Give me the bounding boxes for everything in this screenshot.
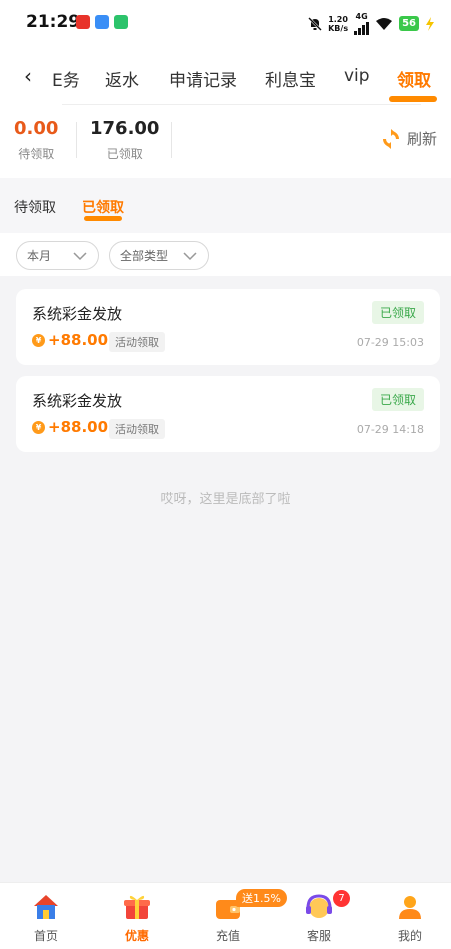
type-filter-select[interactable]: 全部类型 xyxy=(109,241,209,270)
record-title: 系统彩金发放 xyxy=(32,392,123,410)
home-icon xyxy=(34,895,58,919)
charging-icon xyxy=(426,16,434,31)
received-amount: 176.00 xyxy=(90,118,160,139)
divider xyxy=(76,122,77,158)
refresh-icon xyxy=(382,128,399,149)
app-notification-icon xyxy=(114,15,128,29)
tab-claim[interactable]: 领取 xyxy=(397,66,431,91)
record-amount: +88.00 xyxy=(48,418,109,436)
pending-amount: 0.00 xyxy=(14,118,59,139)
claim-summary: 0.00 待领取 176.00 已领取 刷新 xyxy=(0,106,451,178)
record-time: 07-29 14:18 xyxy=(356,423,424,436)
signal-bars-icon xyxy=(354,21,370,35)
subtab-received[interactable]: 已领取 xyxy=(82,197,124,217)
status-badge: 已领取 xyxy=(371,301,424,324)
list-item[interactable]: 系统彩金发放 已领取 ¥ +88.00 活动领取 07-29 15:03 xyxy=(16,289,440,365)
nav-profile-label: 我的 xyxy=(397,929,422,943)
received-label: 已领取 xyxy=(106,147,143,161)
status-bar: 21:29 1.20 KB/s 4G 56 xyxy=(0,0,451,46)
nav-home-label: 首页 xyxy=(33,929,58,943)
record-title: 系统彩金发放 xyxy=(32,305,123,323)
tab-interest[interactable]: 利息宝 xyxy=(265,66,316,91)
nav-service-label: 客服 xyxy=(306,929,331,943)
divider xyxy=(171,122,172,158)
divider xyxy=(62,104,421,105)
app-notification-icon xyxy=(95,15,109,29)
record-type-tag: 活动领取 xyxy=(109,332,165,352)
chevron-down-icon xyxy=(183,251,197,260)
bottom-nav: 首页 优惠 充值 客服 我的 xyxy=(0,882,451,949)
active-subtab-indicator xyxy=(84,216,122,221)
gift-icon xyxy=(124,895,150,919)
refresh-label: 刷新 xyxy=(406,130,437,148)
record-type-tag: 活动领取 xyxy=(109,419,165,439)
record-time: 07-29 15:03 xyxy=(356,336,424,349)
tab-task[interactable]: E务 xyxy=(52,66,80,91)
app-notification-icon xyxy=(76,15,90,29)
period-filter-value: 本月 xyxy=(27,249,52,263)
refresh-button[interactable]: 刷新 xyxy=(381,128,437,149)
pending-summary: 0.00 待领取 xyxy=(14,118,58,162)
subtab-pending[interactable]: 待领取 xyxy=(14,197,56,217)
list-item[interactable]: 系统彩金发放 已领取 ¥ +88.00 活动领取 07-29 14:18 xyxy=(16,376,440,452)
type-filter-value: 全部类型 xyxy=(120,249,169,263)
record-amount: +88.00 xyxy=(48,331,109,349)
mute-bell-icon xyxy=(308,16,322,31)
claim-status-tabs: 待领取 已领取 xyxy=(0,178,451,233)
chevron-down-icon xyxy=(73,251,87,260)
claim-record-list: 系统彩金发放 已领取 ¥ +88.00 活动领取 07-29 15:03 系统彩… xyxy=(0,276,451,882)
headset-icon xyxy=(306,894,332,918)
coin-icon: ¥ xyxy=(32,334,45,347)
tab-rebate[interactable]: 返水 xyxy=(105,66,139,91)
active-tab-indicator xyxy=(389,96,437,102)
chevron-left-icon[interactable]: ‹ xyxy=(24,64,32,88)
nav-offers-label: 优惠 xyxy=(124,929,149,943)
wifi-icon xyxy=(376,17,393,30)
status-badge: 已领取 xyxy=(371,388,424,411)
received-summary: 176.00 已领取 xyxy=(90,118,159,162)
filter-bar: 本月 全部类型 xyxy=(0,233,451,276)
pending-label: 待领取 xyxy=(18,147,55,161)
period-filter-select[interactable]: 本月 xyxy=(16,241,99,270)
nav-recharge-label: 充值 xyxy=(215,929,240,943)
unread-count-badge: 7 xyxy=(333,890,350,907)
status-time: 21:29 xyxy=(26,12,81,32)
signal-indicator: 4G xyxy=(354,12,370,35)
nav-offers[interactable]: 优惠 xyxy=(107,891,167,944)
top-tab-bar: ‹ E务 返水 申请记录 利息宝 vip 领取 xyxy=(0,46,451,106)
recharge-bonus-badge: 送1.5% xyxy=(236,889,287,907)
nav-home[interactable]: 首页 xyxy=(16,891,76,944)
network-speed: 1.20 KB/s xyxy=(328,14,349,33)
battery-icon: 56 xyxy=(399,16,419,31)
nav-profile[interactable]: 我的 xyxy=(380,891,440,944)
coin-icon: ¥ xyxy=(32,421,45,434)
tab-vip[interactable]: vip xyxy=(344,66,370,86)
list-end-text: 哎呀，这里是底部了啦 xyxy=(160,492,291,507)
user-icon xyxy=(399,896,421,919)
tab-apply-records[interactable]: 申请记录 xyxy=(169,66,237,91)
